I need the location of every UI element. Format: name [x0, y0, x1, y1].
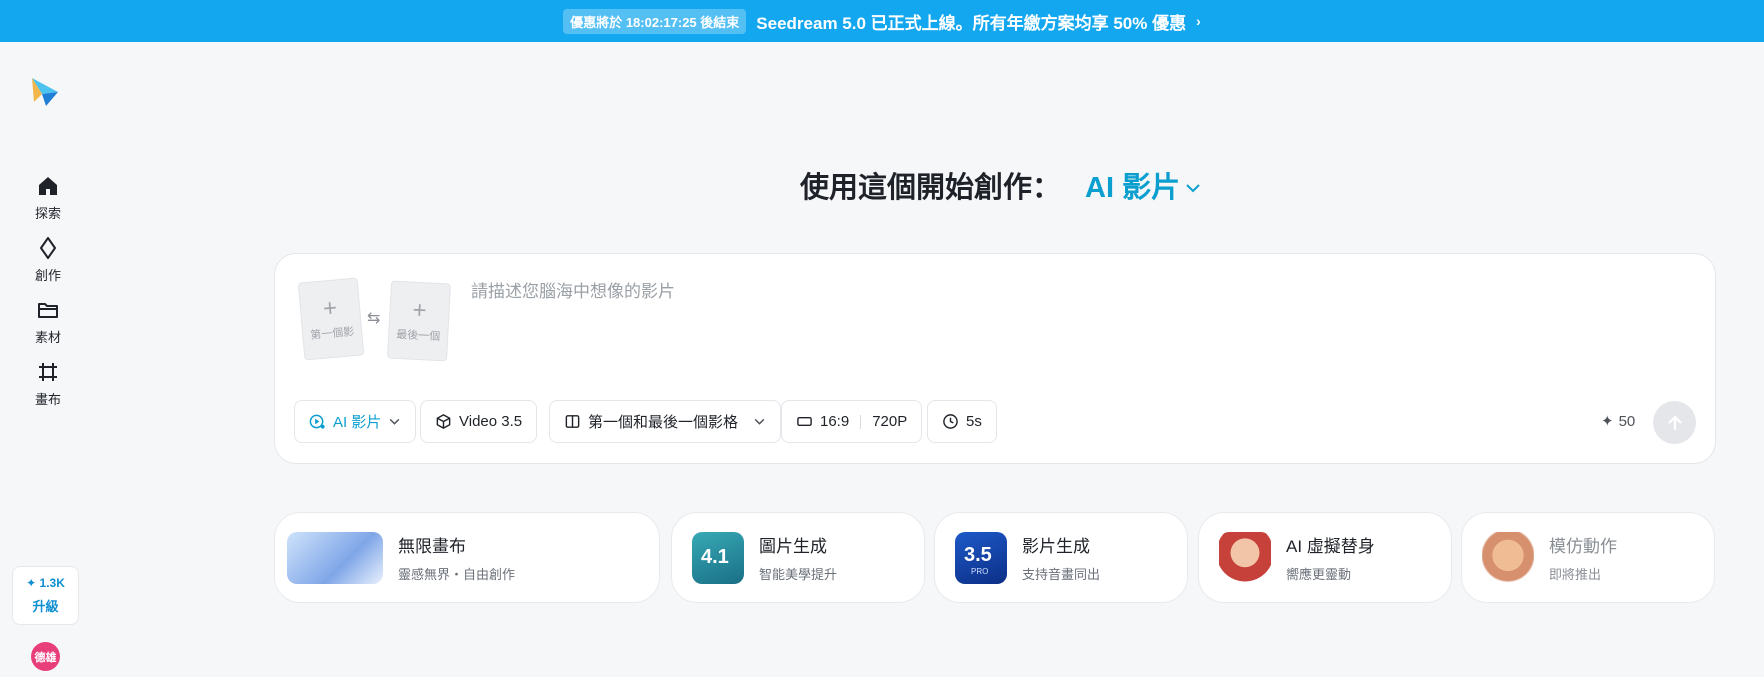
folder-icon — [38, 303, 58, 318]
aspect-ratio-icon — [797, 417, 812, 426]
feature-subtitle: 嚮應更靈動 — [1286, 567, 1352, 582]
feature-subtitle: 靈感無界・自由創作 — [398, 567, 516, 582]
avatar[interactable]: 德雄 — [31, 642, 60, 671]
sidebar-item-create[interactable]: 創作 — [22, 236, 74, 284]
reference-label: 第一個和最後一個影格 — [588, 414, 739, 431]
feature-card-image-generation[interactable]: 4.1 圖片生成 智能美學提升 — [671, 512, 925, 603]
feature-subtitle: 支持音畫同出 — [1022, 567, 1101, 582]
canvas-icon — [39, 363, 57, 381]
frames-icon — [565, 415, 580, 428]
sidebar-item-assets[interactable]: 素材 — [22, 298, 74, 346]
image-4-1-icon: 4.1 — [692, 531, 744, 584]
feature-card-ai-avatar[interactable]: AI 虛擬替身 嚮應更靈動 — [1198, 512, 1452, 603]
avatar-thumbnail — [1219, 531, 1271, 584]
chevron-right-icon: › — [1196, 13, 1201, 29]
credit-cost-value: 50 — [1618, 412, 1636, 430]
credit-cost: ✦ 50 — [1601, 412, 1636, 431]
mode-selector-label: AI 影片 — [1085, 172, 1181, 204]
feature-title: 無限畫布 — [398, 537, 466, 556]
resolution-label: 720P — [872, 413, 908, 430]
feature-card-video-generation[interactable]: 3.5 PRO 影片生成 支持音畫同出 — [934, 512, 1188, 603]
page-title-prefix: 使用這個開始創作： — [800, 172, 1062, 204]
feature-title: 模仿動作 — [1549, 537, 1617, 556]
feature-subtitle: 即將推出 — [1549, 567, 1602, 582]
duration-dropdown[interactable]: 5s — [927, 400, 997, 443]
sidebar-item-label: 創作 — [34, 268, 61, 283]
last-frame-label: 最後一個 — [395, 328, 441, 344]
video-3-5-pro-icon: 3.5 PRO — [955, 531, 1007, 584]
motion-thumbnail — [1482, 531, 1534, 584]
feature-title: 影片生成 — [1022, 537, 1090, 556]
sidebar-item-label: 畫布 — [34, 392, 61, 407]
cube-icon — [436, 414, 451, 429]
app-logo[interactable] — [28, 74, 64, 110]
sidebar-item-label: 素材 — [34, 330, 61, 345]
sparkle-icon: ✦ — [1601, 413, 1614, 430]
reference-dropdown[interactable]: 第一個和最後一個影格 — [549, 400, 782, 443]
upgrade-button[interactable]: ✦ 1.3K 升級 — [12, 566, 79, 625]
pegasus-thumbnail — [287, 531, 383, 584]
home-icon — [39, 177, 57, 195]
swap-icon[interactable]: ⇆ — [367, 308, 380, 328]
chevron-down-icon — [389, 418, 400, 425]
chevron-down-icon — [1186, 184, 1200, 193]
mode-dropdown[interactable]: AI 影片 — [294, 400, 417, 443]
upgrade-label: 升級 — [32, 599, 59, 614]
duration-label: 5s — [966, 413, 982, 430]
model-label: Video 3.5 — [459, 413, 523, 430]
clock-icon — [943, 414, 958, 429]
credits-count: ✦ 1.3K — [26, 576, 65, 590]
paper-plane-logo-icon — [32, 78, 58, 106]
feature-subtitle: 智能美學提升 — [759, 567, 838, 582]
sidebar-item-canvas[interactable]: 畫布 — [22, 360, 74, 408]
last-frame-upload[interactable]: + 最後一個 — [387, 280, 451, 362]
divider — [860, 414, 862, 429]
sidebar-item-label: 探索 — [34, 206, 61, 221]
ratio-resolution-dropdown[interactable]: 16:9 720P — [781, 400, 923, 443]
ratio-label: 16:9 — [820, 413, 850, 430]
generate-button[interactable] — [1653, 401, 1696, 444]
mode-selector[interactable]: AI 影片 — [1085, 164, 1202, 206]
feature-card-infinite-canvas[interactable]: 無限畫布 靈感無界・自由創作 — [274, 512, 660, 603]
first-frame-label: 第一個影 — [309, 326, 355, 342]
promo-banner[interactable]: 優惠將於 18:02:17:25 後結束 Seedream 5.0 已正式上線。… — [0, 0, 1764, 42]
mode-dropdown-label: AI 影片 — [333, 414, 382, 431]
first-frame-upload[interactable]: + 第一個影 — [297, 277, 365, 361]
prompt-input[interactable] — [471, 272, 1671, 312]
sidebar-item-explore[interactable]: 探索 — [22, 174, 74, 222]
chevron-down-icon — [754, 418, 765, 425]
plus-icon: + — [411, 296, 428, 325]
prompt-card: + 第一個影 ⇆ + 最後一個 AI 影片 Video 3.5 第一個和最後一個… — [274, 253, 1716, 464]
feature-title: 圖片生成 — [759, 537, 827, 556]
sparkle-icon — [40, 237, 56, 259]
feature-card-motion-imitation[interactable]: 模仿動作 即將推出 — [1461, 512, 1715, 603]
page-title: 使用這個開始創作： AI 影片 — [800, 164, 1202, 206]
promo-message: Seedream 5.0 已正式上線。所有年繳方案均享 50% 優惠 — [756, 13, 1187, 33]
plus-icon: + — [321, 294, 339, 323]
feature-title: AI 虛擬替身 — [1286, 537, 1375, 556]
countdown-badge: 優惠將於 18:02:17:25 後結束 — [563, 8, 747, 34]
video-spark-icon — [309, 414, 325, 429]
model-dropdown[interactable]: Video 3.5 — [420, 400, 538, 443]
arrow-up-icon — [1667, 415, 1682, 430]
